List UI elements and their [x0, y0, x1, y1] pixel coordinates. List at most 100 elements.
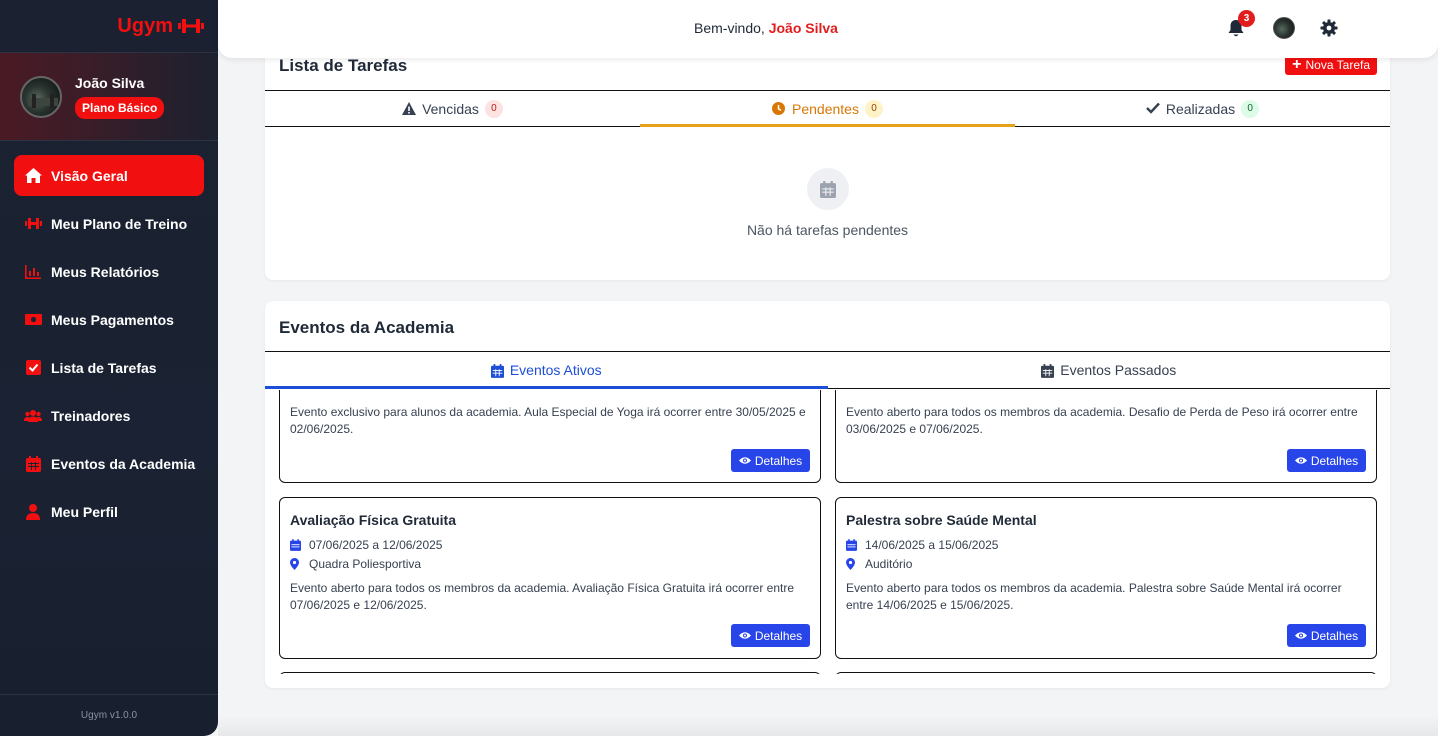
app-version: Ugym v1.0.0 — [0, 694, 218, 736]
sidebar-item-pagamentos[interactable]: Meus Pagamentos — [14, 299, 204, 340]
sidebar-item-label: Eventos da Academia — [51, 455, 196, 472]
details-label: Detalhes — [754, 628, 803, 643]
count-badge: 0 — [864, 99, 883, 118]
sidebar-item-label: Visão Geral — [51, 167, 128, 184]
eye-icon — [1294, 456, 1307, 466]
event-description: Evento aberto para todos os membros da a… — [290, 581, 795, 612]
sidebar-item-treinadores[interactable]: Treinadores — [14, 395, 204, 436]
user-icon — [24, 503, 42, 521]
events-tabs: Eventos Ativos Eventos Passados — [265, 351, 1390, 389]
notification-count-badge: 3 — [1238, 10, 1255, 27]
eye-icon — [1294, 631, 1307, 641]
tab-label: Eventos Ativos — [509, 362, 602, 378]
sidebar-item-relatorios[interactable]: Meus Relatórios — [14, 251, 204, 292]
details-label: Detalhes — [1310, 453, 1359, 468]
sidebar-item-tarefas[interactable]: Lista de Tarefas — [14, 347, 204, 388]
calendar-icon — [1041, 363, 1055, 378]
tab-label: Vencidas — [422, 100, 479, 117]
details-button[interactable]: Detalhes — [1287, 624, 1366, 647]
plus-icon: + — [1292, 56, 1302, 73]
event-title: Palestra sobre Saúde Mental — [846, 512, 1037, 528]
calendar-icon — [290, 539, 302, 551]
details-button[interactable]: Detalhes — [1287, 449, 1366, 472]
sidebar-item-label: Meu Perfil — [51, 503, 118, 520]
bottom-shadow — [218, 716, 1438, 736]
tab-eventos-ativos[interactable]: Eventos Ativos — [265, 352, 828, 389]
events-list: Evento exclusivo para alunos da academia… — [265, 390, 1390, 674]
events-card: Eventos da Academia Eventos Ativos Event… — [265, 301, 1390, 688]
details-label: Detalhes — [754, 453, 803, 468]
brand-name: Ugym — [117, 14, 173, 37]
count-badge: 0 — [1241, 99, 1260, 118]
event-dates: 07/06/2025 a 12/06/2025 — [290, 538, 810, 552]
calendar-icon — [820, 180, 836, 198]
plan-badge: Plano Básico — [75, 96, 165, 119]
event-location-text: Quadra Poliesportiva — [309, 557, 422, 571]
user-profile: João Silva Plano Básico — [0, 53, 218, 141]
dumbbell-logo-icon — [178, 19, 204, 33]
users-icon — [24, 407, 42, 425]
tasks-tabs: Vencidas 0 Pendentes 0 Realizadas 0 — [265, 90, 1390, 127]
sidebar-item-plano-treino[interactable]: Meu Plano de Treino — [14, 203, 204, 244]
tab-realizadas[interactable]: Realizadas 0 — [1015, 91, 1390, 126]
details-button[interactable]: Detalhes — [731, 449, 810, 472]
event-description: Evento aberto para todos os membros da a… — [846, 581, 1342, 612]
tab-vencidas[interactable]: Vencidas 0 — [265, 91, 640, 126]
check-icon — [1146, 102, 1160, 116]
sidebar-item-label: Lista de Tarefas — [51, 359, 157, 376]
tab-pendentes[interactable]: Pendentes 0 — [640, 91, 1015, 127]
empty-state-message: Não há tarefas pendentes — [746, 222, 909, 238]
details-button[interactable]: Detalhes — [731, 624, 810, 647]
event-dates: 14/06/2025 a 15/06/2025 — [846, 538, 1366, 552]
new-task-button[interactable]: + Nova Tarefa — [1285, 55, 1377, 75]
eye-icon — [738, 631, 751, 641]
tab-label: Realizadas — [1165, 100, 1236, 117]
tab-label: Pendentes — [792, 100, 859, 117]
home-icon — [24, 167, 42, 185]
sidebar-item-label: Treinadores — [51, 407, 131, 424]
events-title: Eventos da Academia — [279, 318, 455, 337]
warning-icon — [402, 101, 417, 116]
sidebar-item-label: Meu Plano de Treino — [51, 215, 188, 232]
event-dates-text: 14/06/2025 a 15/06/2025 — [865, 538, 999, 552]
welcome-message: Bem-vindo, João Silva — [694, 20, 838, 36]
tasks-title: Lista de Tarefas — [279, 56, 408, 75]
clock-icon — [772, 101, 786, 116]
calendar-icon — [846, 539, 858, 551]
event-card: Evento aberto para todos os membros da a… — [835, 390, 1377, 483]
sidebar-item-eventos[interactable]: Eventos da Academia — [14, 443, 204, 484]
event-card: Palestra sobre Saúde Mental 14/06/2025 a… — [835, 497, 1377, 659]
notifications-button[interactable]: 3 — [1228, 10, 1255, 39]
event-description: Evento exclusivo para alunos da academia… — [290, 405, 806, 436]
new-task-label: Nova Tarefa — [1305, 58, 1370, 72]
event-location: Quadra Poliesportiva — [290, 557, 810, 571]
event-description: Evento aberto para todos os membros da a… — [846, 405, 1358, 436]
sidebar-item-perfil[interactable]: Meu Perfil — [14, 491, 204, 532]
sidebar-item-label: Meus Relatórios — [51, 263, 160, 280]
sidebar: Ugym João Silva Plano Básico Visão Geral… — [0, 0, 218, 736]
event-location: Auditório — [846, 557, 1366, 571]
event-card — [835, 672, 1377, 674]
welcome-prefix: Bem-vindo, — [694, 20, 765, 36]
tab-eventos-passados[interactable]: Eventos Passados — [828, 352, 1391, 388]
top-header: Bem-vindo, João Silva 3 — [218, 0, 1438, 58]
avatar[interactable] — [20, 75, 62, 118]
count-badge: 0 — [484, 99, 503, 118]
calendar-icon — [24, 455, 42, 473]
details-label: Detalhes — [1310, 628, 1359, 643]
welcome-username: João Silva — [768, 20, 838, 36]
empty-state-icon — [807, 168, 849, 210]
header-avatar[interactable] — [1273, 17, 1295, 39]
gear-icon[interactable] — [1320, 19, 1338, 37]
sidebar-nav: Visão Geral Meu Plano de Treino Meus Rel… — [0, 141, 218, 532]
brand[interactable]: Ugym — [0, 0, 218, 53]
map-pin-icon — [846, 558, 858, 570]
event-location-text: Auditório — [865, 557, 913, 571]
sidebar-item-visao-geral[interactable]: Visão Geral — [14, 155, 204, 196]
event-title: Avaliação Física Gratuita — [290, 512, 456, 528]
sidebar-item-label: Meus Pagamentos — [51, 311, 174, 328]
event-card: Avaliação Física Gratuita 07/06/2025 a 1… — [279, 497, 821, 659]
event-card — [279, 672, 821, 674]
eye-icon — [738, 456, 751, 466]
calendar-icon — [490, 363, 504, 378]
